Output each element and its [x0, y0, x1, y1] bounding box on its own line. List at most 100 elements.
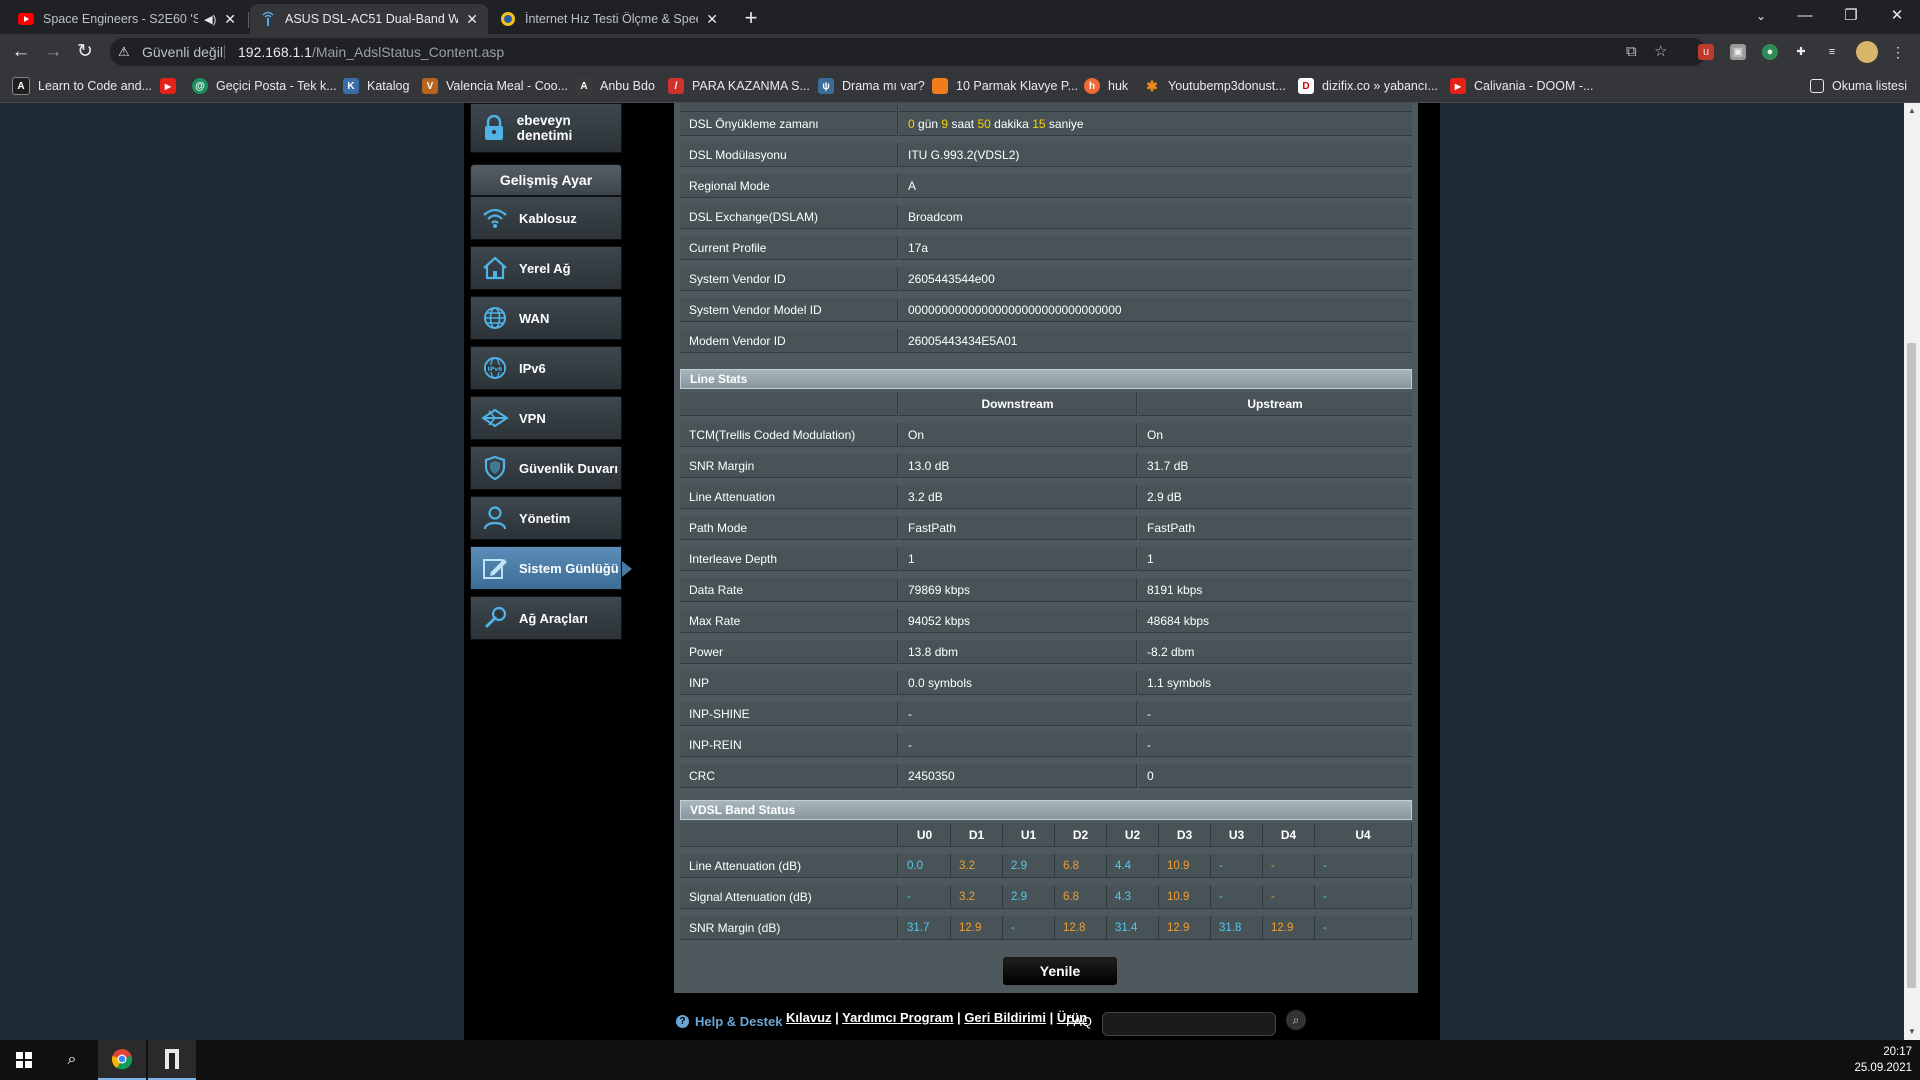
speaker-icon[interactable]: ◀) [204, 13, 216, 26]
search-icon[interactable]: ⌕ [48, 1040, 96, 1080]
youtube-icon: ▶ [160, 78, 176, 94]
security-label[interactable]: Güvenli değil [142, 38, 223, 66]
bookmark-item[interactable]: @ Geçici Posta - Tek k... [192, 76, 337, 96]
sidebar-item-network-tools[interactable]: Ağ Araçları [470, 596, 622, 640]
extensions-puzzle-icon[interactable]: ✚ [1793, 44, 1809, 60]
band-value-cell: - [1003, 916, 1055, 940]
system-clock[interactable]: 20:17 25.09.2021 [1854, 1044, 1912, 1076]
feedback-link[interactable]: Geri Bildirimi [964, 1010, 1046, 1025]
row-label: System Vendor Model ID [680, 298, 898, 322]
sidebar-item-vpn[interactable]: VPN [470, 396, 622, 440]
scroll-up-arrow-icon[interactable]: ▲ [1904, 103, 1920, 119]
minimize-button[interactable]: — [1782, 0, 1828, 34]
url-text[interactable]: 192.168.1.1/Main_AdslStatus_Content.asp [238, 38, 504, 66]
sidebar-item-firewall[interactable]: Güvenlik Duvarı [470, 446, 622, 490]
sidebar-item-wan[interactable]: WAN [470, 296, 622, 340]
tab-speedtest[interactable]: İnternet Hız Testi Ölçme & Speed ✕ [490, 4, 728, 34]
sidebar-item-parental-control[interactable]: ebeveyn denetimi [470, 103, 622, 153]
extension-gray-icon[interactable]: ▣ [1730, 44, 1746, 60]
url-host: 192.168.1.1 [238, 44, 312, 60]
tab-close-icon[interactable]: ✕ [706, 11, 718, 28]
tab-close-icon[interactable]: ✕ [224, 11, 236, 28]
bookmark-item[interactable]: ✱ Youtubemp3donust... [1144, 76, 1286, 96]
bookmark-item[interactable]: ψ Drama mı var? [818, 76, 925, 96]
tab-close-icon[interactable]: ✕ [466, 11, 478, 28]
tab-search-icon[interactable]: ⌄ [1738, 0, 1784, 34]
manual-link[interactable]: Kılavuz [786, 1010, 832, 1025]
help-support-link[interactable]: ? Help & Destek [676, 1014, 782, 1029]
faq-search-input[interactable] [1102, 1012, 1276, 1036]
warning-triangle-icon[interactable]: ⚠ [118, 38, 130, 66]
restore-button[interactable]: ❐ [1828, 0, 1874, 34]
sidebar-item-ipv6[interactable]: IPv6 IPv6 [470, 346, 622, 390]
advanced-settings-header: Gelişmiş Ayar [470, 164, 622, 196]
bookmark-item[interactable]: ▶ [160, 76, 184, 96]
windows-taskbar: ⌕ 20:17 25.09.2021 [0, 1040, 1920, 1080]
sidebar-item-wireless[interactable]: Kablosuz [470, 196, 622, 240]
profile-avatar[interactable] [1856, 41, 1878, 63]
chrome-taskbar-icon[interactable] [98, 1040, 146, 1080]
bookmark-item[interactable]: Ddizifix.co » yabancı... [1298, 76, 1438, 96]
bookmark-favicon-icon: D [1298, 78, 1314, 94]
band-value-cell: 31.4 [1107, 916, 1159, 940]
bookmark-item[interactable]: A Learn to Code and... [12, 76, 152, 96]
scroll-down-arrow-icon[interactable]: ▼ [1904, 1024, 1920, 1040]
table-row: Max Rate 94052 kbps 48684 kbps [680, 609, 1412, 634]
sidebar-item-label: Güvenlik Duvarı [519, 460, 618, 476]
page-scrollbar[interactable]: ▲ ▼ [1904, 103, 1920, 1040]
tab-space-engineers[interactable]: Space Engineers - S2E60 'Spa ◀) ✕ [8, 4, 246, 34]
sidebar-item-lan[interactable]: Yerel Ağ [470, 246, 622, 290]
table-cell [680, 823, 898, 847]
tab-title: ASUS DSL-AC51 Dual-Band Wirel [285, 12, 459, 26]
sidebar-item-label: Yönetim [519, 510, 571, 526]
sidebar-item-system-log[interactable]: Sistem Günlüğü [470, 546, 632, 590]
refresh-button[interactable]: Yenile [1002, 956, 1118, 986]
menu-kebab-icon[interactable]: ⋮ [1890, 44, 1906, 60]
windows-start-icon[interactable] [0, 1040, 48, 1080]
bookmark-label: Geçici Posta - Tek k... [216, 79, 337, 93]
sidebar-item-administration[interactable]: Yönetim [470, 496, 622, 540]
row-label: System Vendor ID [680, 267, 898, 291]
lock-icon [481, 114, 507, 142]
row-label: DSL Önyükleme zamanı [680, 112, 898, 136]
close-window-button[interactable]: ✕ [1874, 0, 1920, 34]
tab-asus-router[interactable]: ASUS DSL-AC51 Dual-Band Wirel ✕ [250, 4, 488, 34]
forward-arrow-icon[interactable]: → [40, 39, 66, 65]
bookmark-label: Calivania - DOOM -... [1474, 79, 1594, 93]
bookmark-item[interactable]: 10 Parmak Klavye P... [932, 76, 1078, 96]
reading-queue-icon[interactable]: ≡ [1824, 44, 1840, 60]
app-taskbar-icon[interactable] [148, 1040, 196, 1080]
band-value-cell: - [1315, 854, 1412, 878]
bookmark-item[interactable]: A Anbu Bdo [576, 76, 655, 96]
new-tab-button[interactable]: + [737, 4, 765, 32]
bookmark-item[interactable]: ▶ Calivania - DOOM -... [1450, 76, 1593, 96]
bookmark-star-icon[interactable]: ☆ [1654, 38, 1667, 66]
upstream-value: 1 [1138, 547, 1412, 571]
bookmark-item[interactable]: V Valencia Meal - Coo... [422, 76, 568, 96]
sidebar-item-label: ebeveyn denetimi [516, 113, 573, 143]
search-icon[interactable]: ⌕ [1286, 1010, 1306, 1030]
reading-list-button[interactable]: Okuma listesi [1810, 76, 1907, 96]
tab-separator [248, 12, 249, 28]
extension-green-icon[interactable]: ● [1762, 44, 1778, 60]
row-label: INP-REIN [680, 733, 898, 757]
bookmark-item[interactable]: K Katalog [343, 76, 409, 96]
row-value: 26005443434E5A01 [899, 329, 1412, 353]
row-label: INP [680, 671, 898, 695]
translate-icon[interactable]: ⧉ [1626, 38, 1637, 66]
sidebar-item-label: Kablosuz [519, 210, 577, 226]
ublock-icon[interactable]: u [1698, 44, 1714, 60]
utility-link[interactable]: Yardımcı Program [842, 1010, 953, 1025]
reload-icon[interactable]: ↻ [72, 39, 98, 65]
bookmark-item[interactable]: h huk [1084, 76, 1128, 96]
bookmark-item[interactable]: / PARA KAZANMA S... [668, 76, 810, 96]
band-header-u0: U0 [899, 823, 951, 847]
table-row: Regional Mode A [680, 174, 1412, 199]
back-arrow-icon[interactable]: ← [8, 39, 34, 65]
divider [224, 45, 225, 59]
band-header-d3: D3 [1159, 823, 1211, 847]
row-label: TCM(Trellis Coded Modulation) [680, 423, 898, 447]
address-bar[interactable]: ⚠ Güvenli değil 192.168.1.1/Main_AdslSta… [110, 38, 1706, 66]
scrollbar-thumb[interactable] [1907, 343, 1916, 988]
bookmark-favicon-icon: h [1084, 78, 1100, 94]
